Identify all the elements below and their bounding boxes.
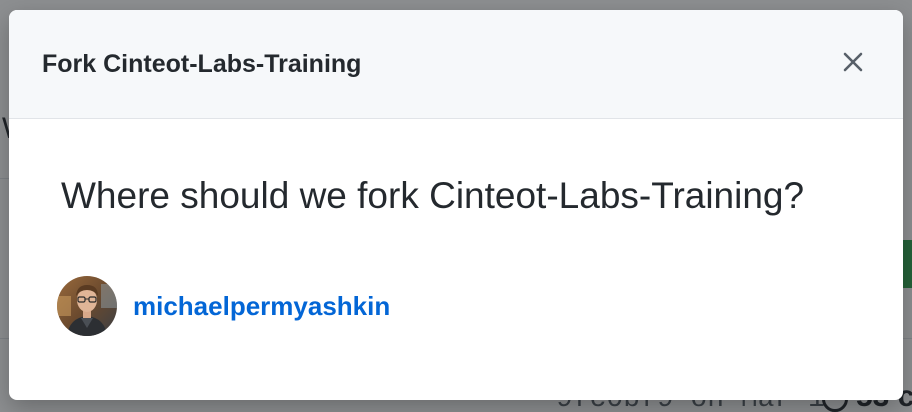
avatar-image	[57, 276, 117, 336]
close-icon	[843, 52, 863, 72]
dialog-title: Fork Cinteot-Labs-Training	[42, 50, 362, 78]
fork-owner-option[interactable]: michaelpermyashkin	[57, 274, 390, 338]
fork-destination-question: Where should we fork Cinteot-Labs-Traini…	[61, 175, 805, 216]
owner-username-link[interactable]: michaelpermyashkin	[133, 291, 390, 322]
close-button[interactable]	[835, 44, 871, 80]
dialog-header: Fork Cinteot-Labs-Training	[9, 10, 903, 119]
user-avatar[interactable]	[57, 276, 117, 336]
fork-dialog: Fork Cinteot-Labs-Training Where should …	[9, 10, 903, 400]
